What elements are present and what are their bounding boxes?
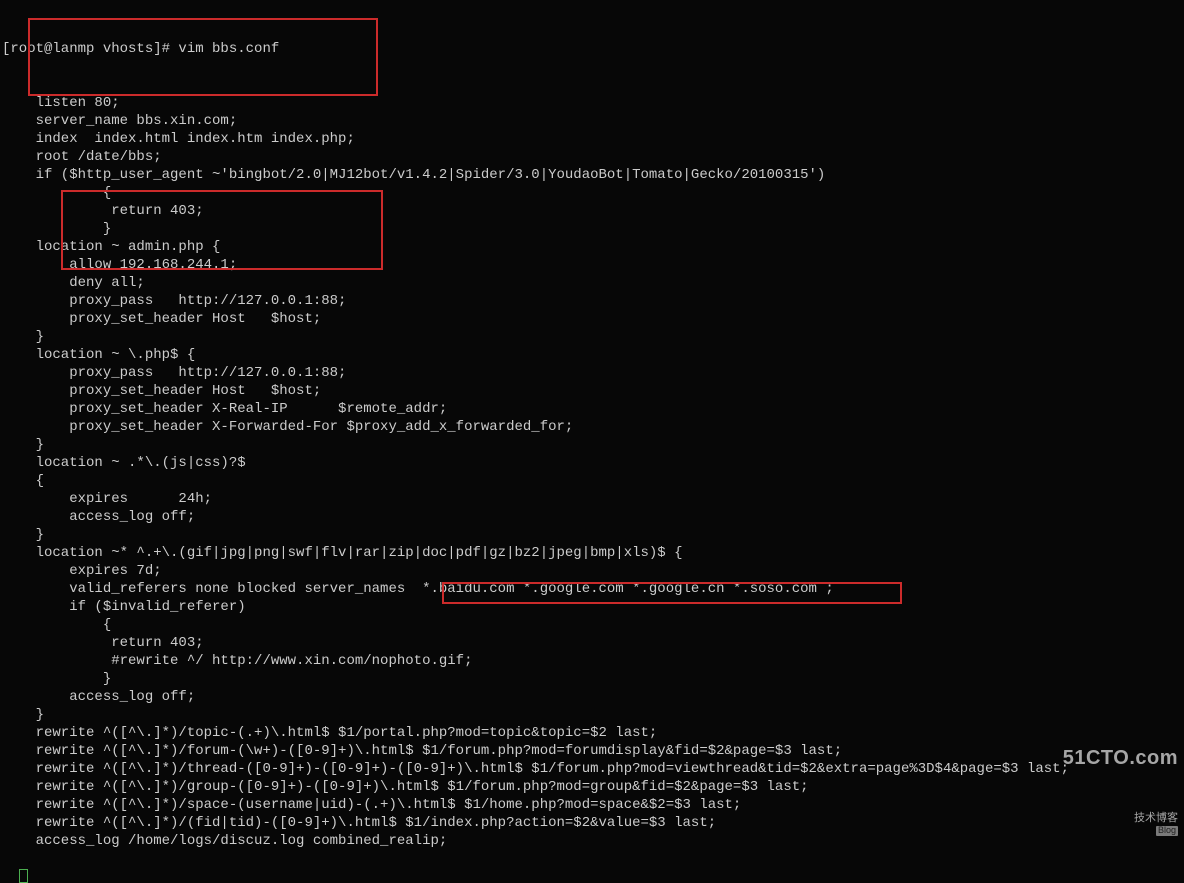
code-line: #rewrite ^/ http://www.xin.com/nophoto.g… — [2, 652, 1182, 670]
code-line: } — [2, 670, 1182, 688]
code-line: location ~ \.php$ { — [2, 346, 1182, 364]
highlight-box-referers — [442, 582, 902, 604]
code-line: access_log off; — [2, 688, 1182, 706]
code-line: { — [2, 616, 1182, 634]
code-line: } — [2, 436, 1182, 454]
code-line: rewrite ^([^\.]*)/(fid|tid)-([0-9]+)\.ht… — [2, 814, 1182, 832]
code-line: expires 24h; — [2, 490, 1182, 508]
code-line: { — [2, 472, 1182, 490]
code-line: expires 7d; — [2, 562, 1182, 580]
code-line: proxy_pass http://127.0.0.1:88; — [2, 292, 1182, 310]
code-line: listen 80; — [2, 94, 1182, 112]
code-line: deny all; — [2, 274, 1182, 292]
highlight-box-admin-block — [61, 190, 383, 270]
code-line: location ~ .*\.(js|css)?$ — [2, 454, 1182, 472]
code-line: rewrite ^([^\.]*)/forum-(\w+)-([0-9]+)\.… — [2, 742, 1182, 760]
code-line: proxy_set_header Host $host; — [2, 382, 1182, 400]
code-line: } — [2, 526, 1182, 544]
code-line: access_log /home/logs/discuz.log combine… — [2, 832, 1182, 850]
code-line: return 403; — [2, 634, 1182, 652]
code-line: index index.html index.htm index.php; — [2, 130, 1182, 148]
code-line: proxy_set_header X-Real-IP $remote_addr; — [2, 400, 1182, 418]
code-line: rewrite ^([^\.]*)/space-(username|uid)-(… — [2, 796, 1182, 814]
code-line: rewrite ^([^\.]*)/topic-(.+)\.html$ $1/p… — [2, 724, 1182, 742]
code-line: rewrite ^([^\.]*)/group-([0-9]+)-([0-9]+… — [2, 778, 1182, 796]
code-line: proxy_set_header X-Forwarded-For $proxy_… — [2, 418, 1182, 436]
code-line: proxy_pass http://127.0.0.1:88; — [2, 364, 1182, 382]
code-line: } — [2, 706, 1182, 724]
terminal-window[interactable]: [root@lanmp vhosts]# vim bbs.conf listen… — [0, 0, 1184, 883]
highlight-box-server-block — [28, 18, 378, 96]
code-line: server_name bbs.xin.com; — [2, 112, 1182, 130]
code-line: if ($http_user_agent ~'bingbot/2.0|MJ12b… — [2, 166, 1182, 184]
code-line: proxy_set_header Host $host; — [2, 310, 1182, 328]
code-line: location ~* ^.+\.(gif|jpg|png|swf|flv|ra… — [2, 544, 1182, 562]
code-line: rewrite ^([^\.]*)/thread-([0-9]+)-([0-9]… — [2, 760, 1182, 778]
cursor-indicator — [19, 869, 28, 883]
code-line: } — [2, 328, 1182, 346]
code-line: access_log off; — [2, 508, 1182, 526]
code-line: root /date/bbs; — [2, 148, 1182, 166]
